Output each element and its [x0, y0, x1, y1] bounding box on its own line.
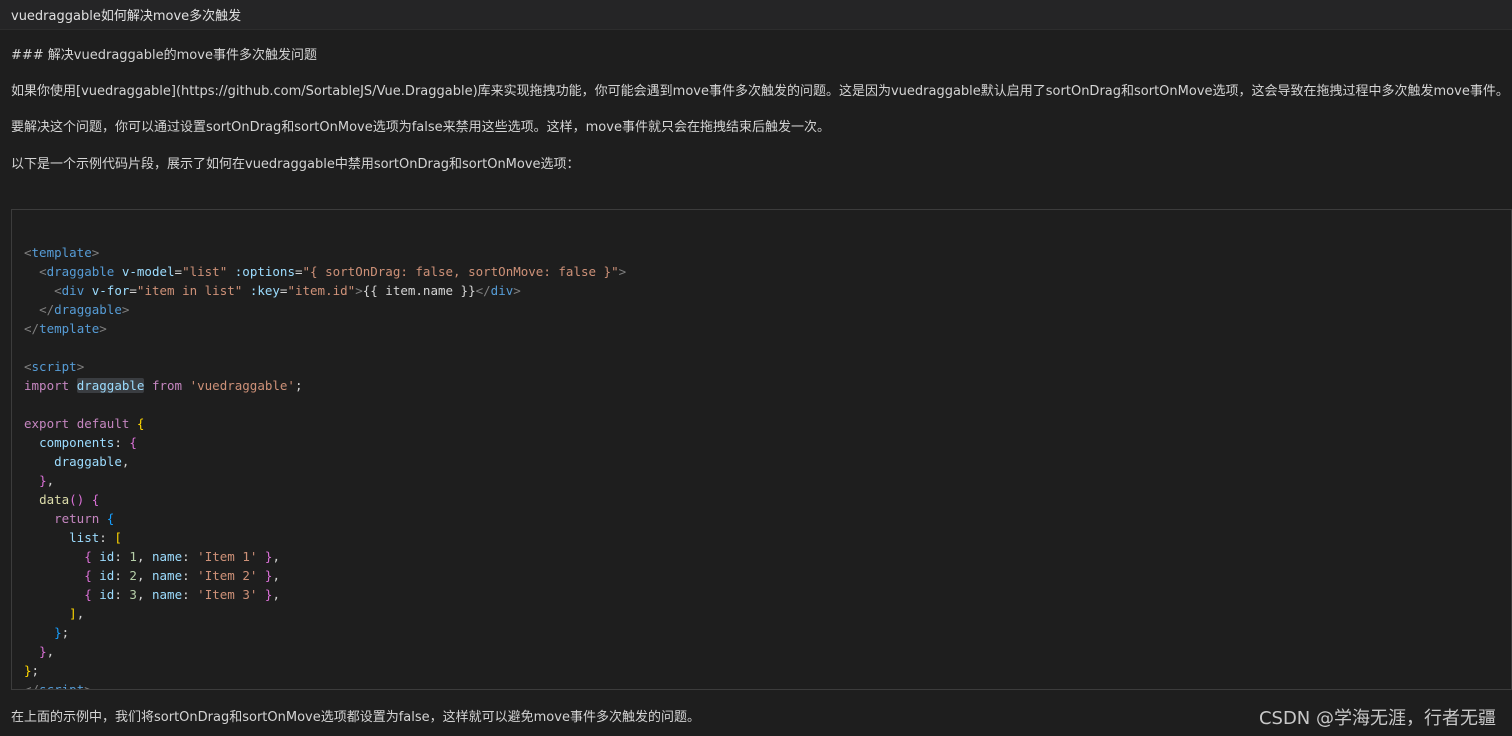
code-line: { id: 1, name: 'Item 1' }, [84, 549, 280, 564]
code-block[interactable]: <template> <draggable v-model="list" :op… [11, 209, 1512, 690]
article-paragraph-4: 在上面的示例中，我们将sortOnDrag和sortOnMove选项都设置为fa… [11, 710, 700, 725]
article-heading: ### 解决vuedraggable的move事件多次触发问题 [11, 48, 317, 63]
code-text[interactable]: <template> <draggable v-model="list" :op… [24, 224, 627, 690]
code-line: components: { [39, 435, 137, 450]
article-paragraph-2: 要解决这个问题，你可以通过设置sortOnDrag和sortOnMove选项为f… [11, 120, 830, 135]
code-line: import draggable from 'vuedraggable'; [24, 378, 303, 393]
highlighted-word: draggable [76, 378, 145, 393]
code-line: <draggable v-model="list" :options="{ so… [39, 264, 627, 279]
article-content: ### 解决vuedraggable的move事件多次触发问题 如果你使用[vu… [0, 30, 1512, 736]
code-line: }; [54, 625, 70, 640]
code-line: }, [39, 644, 55, 659]
window-title-bar: vuedraggable如何解决move多次触发 [0, 0, 1512, 30]
code-line: export default { [24, 416, 145, 431]
code-line: list: [ [69, 530, 122, 545]
code-line: return { [54, 511, 115, 526]
code-line: <template> [24, 245, 100, 260]
code-line: ], [69, 606, 85, 621]
code-line: draggable, [54, 454, 130, 469]
code-line: <div v-for="item in list" :key="item.id"… [54, 283, 521, 298]
window-title: vuedraggable如何解决move多次触发 [11, 9, 242, 24]
code-line: </draggable> [39, 302, 130, 317]
code-line: <script> [24, 359, 85, 374]
code-line: }; [24, 663, 40, 678]
code-line: data() { [39, 492, 100, 507]
article-paragraph-1: 如果你使用[vuedraggable](https://github.com/S… [11, 84, 1509, 99]
code-line: }, [39, 473, 55, 488]
code-line: { id: 2, name: 'Item 2' }, [84, 568, 280, 583]
csdn-watermark: CSDN @学海无涯，行者无疆 [1258, 708, 1496, 729]
code-line: </script> [24, 682, 92, 690]
article-paragraph-3: 以下是一个示例代码片段，展示了如何在vuedraggable中禁用sortOnD… [11, 157, 580, 172]
code-line: </template> [24, 321, 107, 336]
code-line: { id: 3, name: 'Item 3' }, [84, 587, 280, 602]
